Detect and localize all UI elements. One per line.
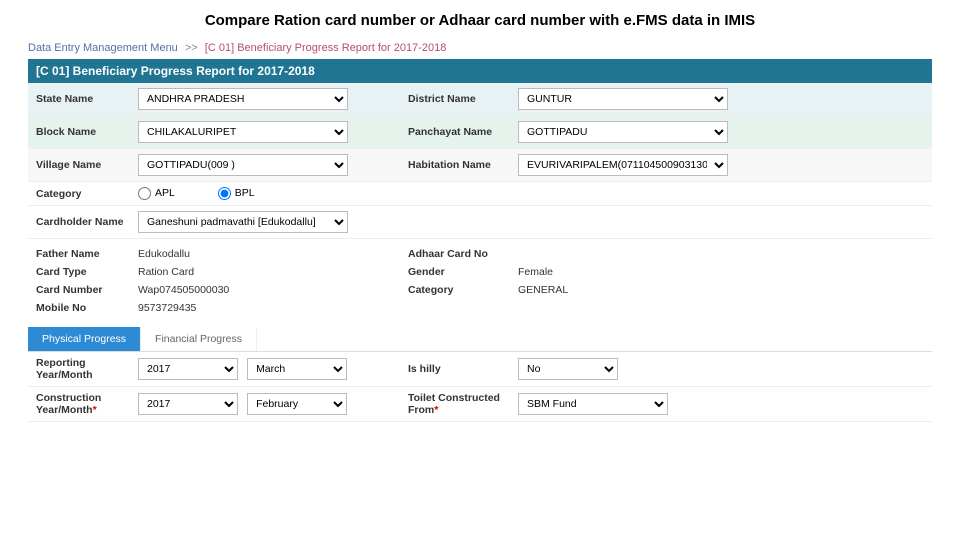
block-label: Block Name [28, 126, 138, 138]
father-label: Father Name [28, 245, 138, 263]
breadcrumb-current: [C 01] Beneficiary Progress Report for 2… [205, 42, 447, 54]
construction-month-select[interactable]: February [247, 393, 347, 415]
construction-year-select[interactable]: 2017 [138, 393, 238, 415]
village-label: Village Name [28, 159, 138, 171]
panchayat-select[interactable]: GOTTIPADU [518, 121, 728, 143]
cardnumber-label: Card Number [28, 281, 138, 299]
mobile-label: Mobile No [28, 299, 138, 317]
category-label: Category [28, 188, 138, 200]
bpl-radio[interactable] [218, 187, 231, 200]
row-block-panchayat: Block Name CHILAKALURIPET Panchayat Name… [28, 116, 932, 149]
ishilly-label: Is hilly [408, 363, 518, 375]
reporting-month-select[interactable]: March [247, 358, 347, 380]
cardholder-details: Father Name Edukodallu Adhaar Card No Ca… [28, 239, 932, 323]
row-reporting: Reporting Year/Month 2017 March Is hilly… [28, 352, 932, 387]
breadcrumb: Data Entry Management Menu >> [C 01] Ben… [28, 39, 932, 57]
village-select[interactable]: GOTTIPADU(009 ) [138, 154, 348, 176]
reporting-year-select[interactable]: 2017 [138, 358, 238, 380]
state-select[interactable]: ANDHRA PRADESH [138, 88, 348, 110]
row-state-district: State Name ANDHRA PRADESH District Name … [28, 83, 932, 116]
page-title: Compare Ration card number or Adhaar car… [0, 0, 960, 39]
row-construction: Construction Year/Month* 2017 February T… [28, 387, 932, 422]
adhaar-label: Adhaar Card No [408, 245, 518, 263]
block-select[interactable]: CHILAKALURIPET [138, 121, 348, 143]
section-header: [C 01] Beneficiary Progress Report for 2… [28, 59, 932, 83]
father-value: Edukodallu [138, 245, 368, 263]
ishilly-select[interactable]: No [518, 358, 618, 380]
required-asterisk: * [93, 404, 97, 416]
construction-label: Construction Year/Month* [28, 392, 138, 416]
toilet-label: Toilet Constructed From* [408, 392, 518, 416]
breadcrumb-sep: >> [185, 42, 198, 54]
reporting-label: Reporting Year/Month [28, 357, 138, 381]
row-cardholder: Cardholder Name Ganeshuni padmavathi [Ed… [28, 206, 932, 239]
district-label: District Name [408, 93, 518, 105]
category2-label: Category [408, 281, 518, 299]
cardnumber-value: Wap074505000030 [138, 281, 368, 299]
gender-value: Female [518, 263, 698, 281]
apl-radio[interactable] [138, 187, 151, 200]
mobile-value: 9573729435 [138, 299, 368, 317]
gender-label: Gender [408, 263, 518, 281]
cardholder-select[interactable]: Ganeshuni padmavathi [Edukodallu] [138, 211, 348, 233]
district-select[interactable]: GUNTUR [518, 88, 728, 110]
adhaar-value [518, 245, 698, 263]
toilet-from-select[interactable]: SBM Fund [518, 393, 668, 415]
progress-tabs: Physical Progress Financial Progress [28, 327, 932, 352]
panchayat-label: Panchayat Name [408, 126, 518, 138]
tab-financial-progress[interactable]: Financial Progress [141, 327, 257, 351]
category2-value: GENERAL [518, 281, 698, 299]
habitation-label: Habitation Name [408, 159, 518, 171]
cardtype-label: Card Type [28, 263, 138, 281]
row-village-habitation: Village Name GOTTIPADU(009 ) Habitation … [28, 149, 932, 182]
state-label: State Name [28, 93, 138, 105]
breadcrumb-root[interactable]: Data Entry Management Menu [28, 42, 178, 54]
cardtype-value: Ration Card [138, 263, 368, 281]
apl-radio-label[interactable]: APL [138, 187, 175, 199]
habitation-select[interactable]: EVURIVARIPALEM(0711045009031300 [518, 154, 728, 176]
cardholder-label: Cardholder Name [28, 216, 138, 228]
row-category: Category APL BPL [28, 182, 932, 206]
bpl-radio-label[interactable]: BPL [218, 187, 255, 199]
tab-physical-progress[interactable]: Physical Progress [28, 327, 141, 351]
required-asterisk: * [434, 404, 438, 416]
